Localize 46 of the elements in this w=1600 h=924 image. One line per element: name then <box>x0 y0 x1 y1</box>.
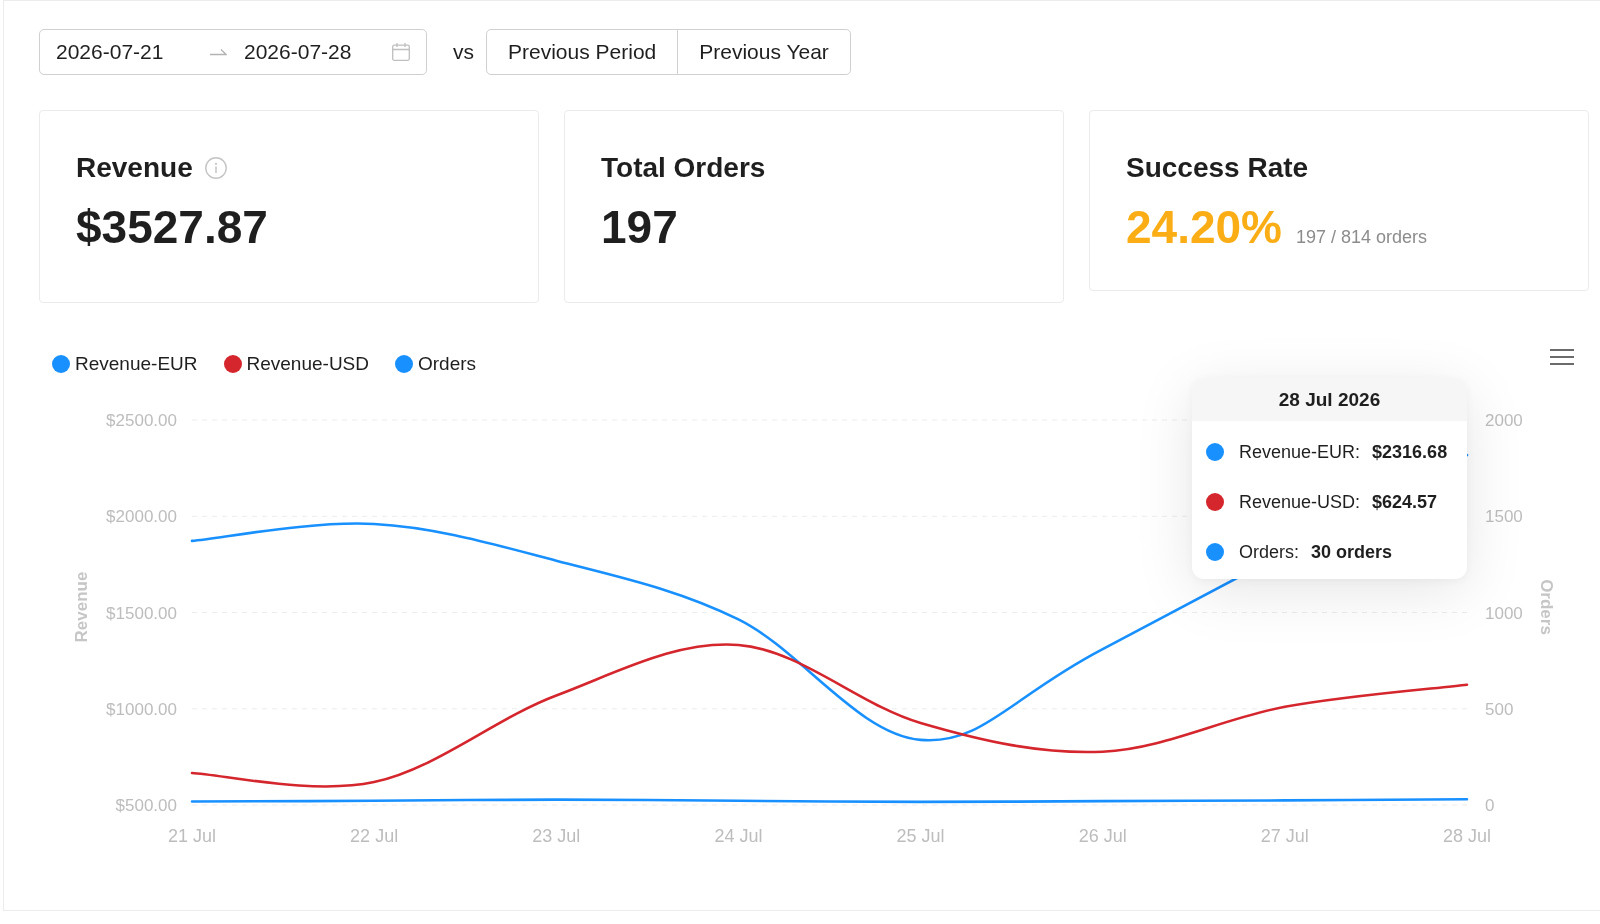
y-axis-tick-label: $2000.00 <box>106 507 177 527</box>
card-note: 197 / 814 orders <box>1296 226 1428 249</box>
card-title: Revenue <box>76 151 193 185</box>
calendar-icon[interactable] <box>392 43 410 61</box>
x-axis-tick-label: 22 Jul <box>350 826 399 846</box>
x-axis-tick-label: 24 Jul <box>714 826 763 846</box>
end-date-field[interactable]: 2026-07-28 <box>244 40 373 64</box>
date-range-picker[interactable]: 2026-07-21 2026-07-28 <box>39 29 427 75</box>
start-date-field[interactable]: 2026-07-21 <box>56 40 185 64</box>
y-axis-tick-label: $2500.00 <box>106 411 177 430</box>
compare-option-button[interactable]: Previous Year <box>677 29 851 75</box>
y-axis-tick-label: $500.00 <box>115 796 177 815</box>
tooltip-label: Orders: <box>1239 541 1299 563</box>
tooltip-label: Revenue-USD: <box>1239 491 1361 513</box>
x-axis-tick-label: 25 Jul <box>896 826 945 846</box>
axis-title: Revenue <box>71 571 91 643</box>
legend-label[interactable]: Orders <box>418 353 477 375</box>
axis-title: Orders <box>1536 579 1556 635</box>
compare-option-button[interactable]: Previous Period <box>486 29 679 75</box>
y-axis-tick-label: 0 <box>1485 796 1495 815</box>
y-axis-tick-label: 2000 <box>1485 411 1523 430</box>
tooltip-value: $624.57 <box>1372 491 1438 513</box>
legend-label[interactable]: Revenue-EUR <box>75 353 198 375</box>
y-axis-tick-label: 500 <box>1485 699 1514 719</box>
card-title: Success Rate <box>1126 151 1309 185</box>
x-axis-tick-label: 26 Jul <box>1078 826 1127 846</box>
info-icon[interactable] <box>204 157 227 179</box>
menu-icon[interactable] <box>1550 349 1574 365</box>
card-title: Total Orders <box>601 151 766 185</box>
legend-label[interactable]: Revenue-USD <box>246 353 369 375</box>
tooltip-value: $2316.68 <box>1372 441 1448 463</box>
tooltip-label: Revenue-EUR: <box>1239 441 1361 463</box>
compare-label: vs <box>453 40 474 64</box>
y-axis-tick-label: $1000.00 <box>106 699 177 719</box>
card-value: $3527.87 <box>76 200 269 255</box>
y-axis-tick-label: 1500 <box>1485 507 1523 527</box>
x-axis-tick-label: 27 Jul <box>1260 826 1309 846</box>
x-axis-tick-label: 28 Jul <box>1443 826 1491 846</box>
card-value: 197 <box>601 200 679 255</box>
tooltip-title: 28 Jul 2026 <box>1192 378 1467 421</box>
x-axis-tick-label: 21 Jul <box>168 826 216 846</box>
x-axis-tick-label: 23 Jul <box>532 826 581 846</box>
card-value: 24.20% <box>1126 205 1282 250</box>
tooltip-value: 30 orders <box>1311 541 1393 563</box>
y-axis-tick-label: 1000 <box>1485 603 1523 623</box>
y-axis-tick-label: $1500.00 <box>106 603 177 623</box>
